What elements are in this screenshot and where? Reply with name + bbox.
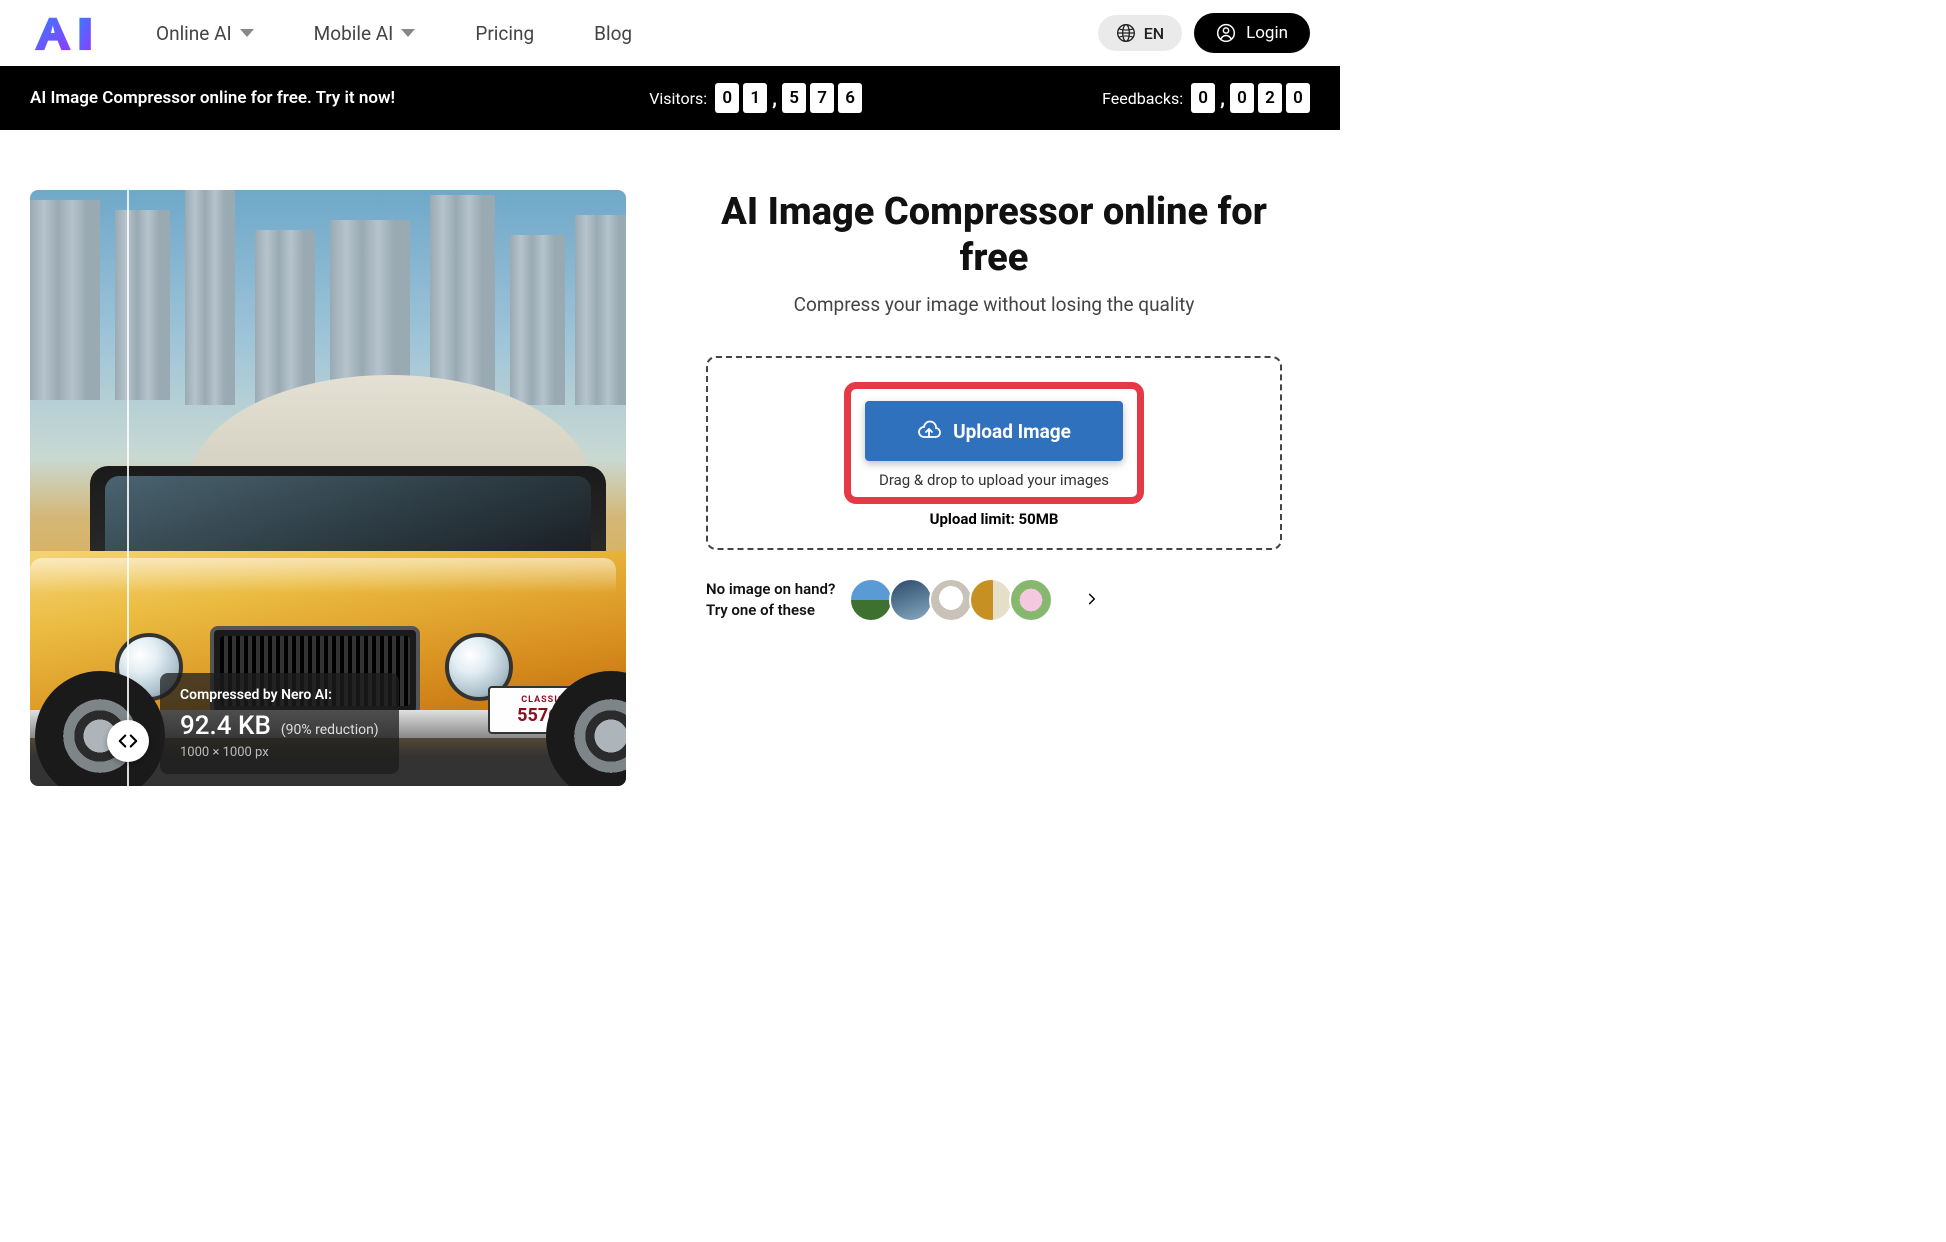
sample-thumb-1[interactable] xyxy=(849,578,893,622)
info-reduction: (90% reduction) xyxy=(281,722,379,738)
info-dimensions: 1000 × 1000 px xyxy=(180,745,379,760)
nav-label: Blog xyxy=(594,22,632,45)
counter-digit: 1 xyxy=(743,83,767,113)
comparison-slider-line xyxy=(127,190,129,786)
chevron-down-icon xyxy=(240,29,254,37)
counter-comma: , xyxy=(1219,86,1226,110)
sample-thumb-4[interactable] xyxy=(969,578,1013,622)
drag-hint: Drag & drop to upload your images xyxy=(879,471,1109,489)
nav-right: EN Login xyxy=(1098,13,1310,53)
banner-tagline: AI Image Compressor online for free. Try… xyxy=(30,88,395,108)
counter-digit: 2 xyxy=(1258,83,1282,113)
nav-label: Pricing xyxy=(475,22,534,45)
slider-arrows-icon xyxy=(117,730,139,752)
counter-digit: 0 xyxy=(1191,83,1215,113)
globe-icon xyxy=(1116,23,1136,43)
upload-button-label: Upload Image xyxy=(953,420,1071,443)
upload-limit: Upload limit: 50MB xyxy=(930,510,1059,528)
sample-thumbnails xyxy=(853,578,1053,622)
samples-prompt: No image on hand? Try one of these xyxy=(706,579,835,621)
stats-banner: AI Image Compressor online for free. Try… xyxy=(0,66,1340,130)
samples-next-button[interactable] xyxy=(1085,591,1099,610)
nav-mobile-ai[interactable]: Mobile AI xyxy=(314,22,416,45)
hero-title: AI Image Compressor online for free xyxy=(706,190,1282,281)
nav-links: Online AI Mobile AI Pricing Blog xyxy=(156,22,632,45)
nav-online-ai[interactable]: Online AI xyxy=(156,22,254,45)
counter-digit: 7 xyxy=(810,83,834,113)
info-title: Compressed by Nero AI: xyxy=(180,687,379,703)
comparison-preview: CLASSIC 55760 Compressed by Nero AI: 92.… xyxy=(30,190,626,786)
login-label: Login xyxy=(1246,23,1288,43)
counter-digit: 0 xyxy=(1286,83,1310,113)
nav-blog[interactable]: Blog xyxy=(594,22,632,45)
sample-thumb-5[interactable] xyxy=(1009,578,1053,622)
feedbacks-label: Feedbacks: xyxy=(1102,89,1183,108)
nav-pricing[interactable]: Pricing xyxy=(475,22,534,45)
top-nav: Online AI Mobile AI Pricing Blog EN xyxy=(0,0,1340,66)
sample-thumb-3[interactable] xyxy=(929,578,973,622)
upload-button[interactable]: Upload Image xyxy=(865,401,1123,461)
chevron-right-icon xyxy=(1085,592,1099,606)
visitors-counter: Visitors: 01,576 xyxy=(649,83,862,113)
comparison-slider-handle[interactable] xyxy=(107,720,149,762)
info-size: 92.4 KB xyxy=(180,711,271,741)
upload-panel: AI Image Compressor online for free Comp… xyxy=(706,190,1282,622)
login-button[interactable]: Login xyxy=(1194,13,1310,53)
counter-comma: , xyxy=(771,86,778,110)
nav-label: Mobile AI xyxy=(314,22,394,45)
upload-dropzone[interactable]: Upload Image Drag & drop to upload your … xyxy=(706,356,1282,550)
language-selector[interactable]: EN xyxy=(1098,15,1182,51)
hero-subtitle: Compress your image without losing the q… xyxy=(706,293,1282,316)
main-content: CLASSIC 55760 Compressed by Nero AI: 92.… xyxy=(0,130,1340,846)
counter-digit: 0 xyxy=(715,83,739,113)
cloud-upload-icon xyxy=(917,419,941,443)
chevron-down-icon xyxy=(401,29,415,37)
upload-highlight: Upload Image Drag & drop to upload your … xyxy=(844,382,1144,504)
visitors-label: Visitors: xyxy=(649,89,707,108)
counter-digit: 0 xyxy=(1230,83,1254,113)
compression-info-card: Compressed by Nero AI: 92.4 KB (90% redu… xyxy=(160,673,399,774)
ai-logo-icon xyxy=(30,14,106,52)
samples-row: No image on hand? Try one of these xyxy=(706,578,1282,622)
logo[interactable] xyxy=(30,14,106,52)
user-icon xyxy=(1216,23,1236,43)
counter-digit: 6 xyxy=(838,83,862,113)
nav-label: Online AI xyxy=(156,22,232,45)
lang-code: EN xyxy=(1144,24,1164,43)
feedbacks-counter: Feedbacks: 0,020 xyxy=(1102,83,1310,113)
sample-thumb-2[interactable] xyxy=(889,578,933,622)
counter-digit: 5 xyxy=(782,83,806,113)
